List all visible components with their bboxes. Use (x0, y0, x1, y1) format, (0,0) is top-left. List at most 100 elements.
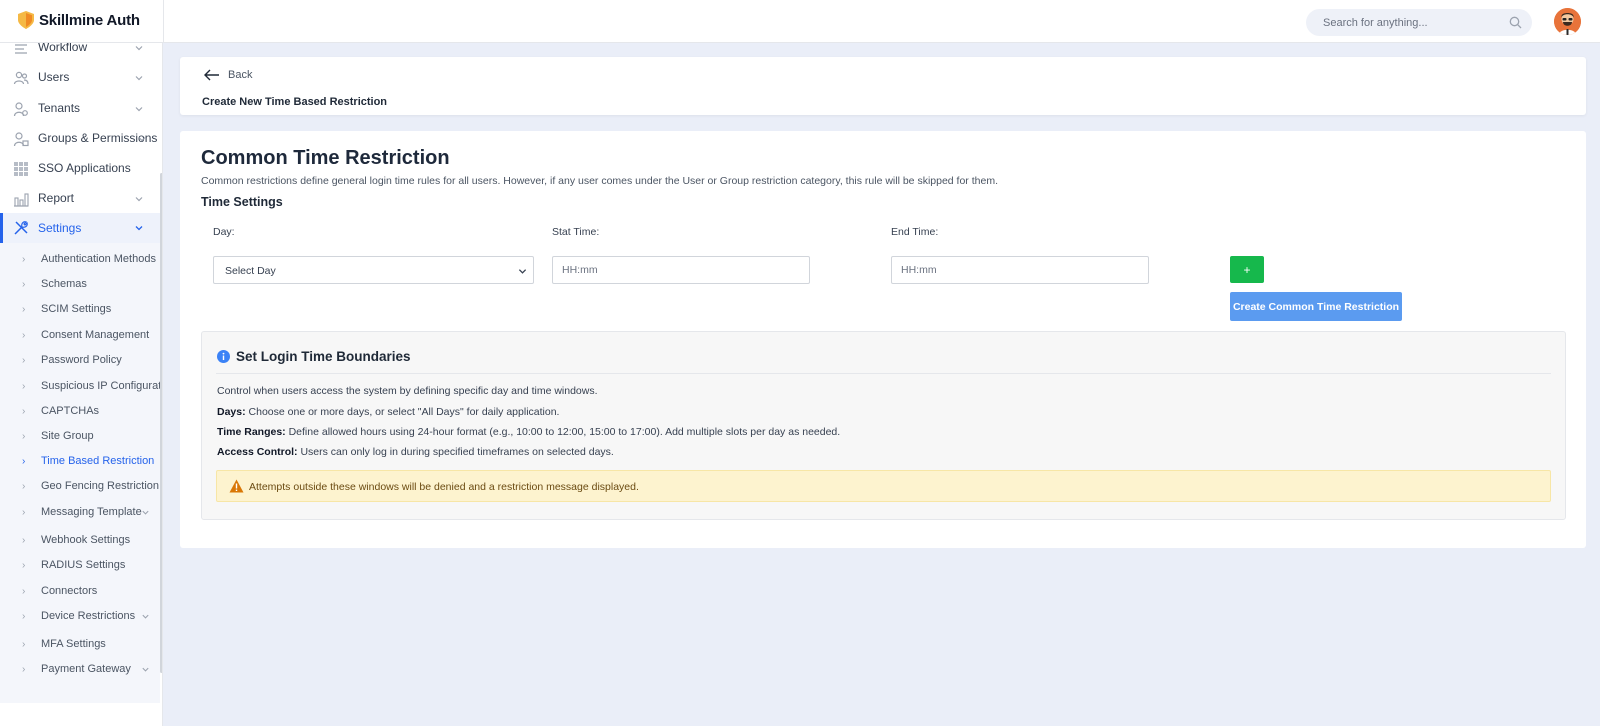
end-time-input[interactable] (891, 256, 1149, 284)
submenu-item-captchas[interactable]: › CAPTCHAs (0, 400, 160, 422)
chevron-right-icon: › (22, 480, 26, 492)
chevron-right-icon: › (22, 278, 26, 290)
back-label: Back (228, 69, 253, 81)
chevron-right-icon: › (22, 663, 26, 675)
start-time-label: Stat Time: (552, 226, 600, 238)
chevron-right-icon: › (22, 559, 26, 571)
submenu-item-site-group[interactable]: › Site Group (0, 425, 160, 447)
brand[interactable]: Skillmine Auth (18, 11, 140, 29)
submenu-item-label: Site Group (41, 430, 94, 442)
submenu-item-label: CAPTCHAs (41, 405, 100, 417)
chevron-down-icon (142, 510, 149, 515)
access-control-term: Access Control: (217, 446, 298, 458)
sidebar-item-settings[interactable]: Settings (0, 213, 160, 243)
days-text: Choose one or more days, or select "All … (245, 406, 560, 418)
start-time-input[interactable] (552, 256, 810, 284)
warning-icon (229, 479, 244, 493)
end-time-label: End Time: (891, 226, 939, 238)
submenu-item-device-restrictions[interactable]: › Device Restrictions (0, 605, 160, 627)
info-icon (217, 350, 230, 363)
back-button[interactable]: Back (204, 69, 252, 81)
sidebar-item-tenants[interactable]: Tenants (0, 93, 160, 123)
submenu-item-label: Suspicious IP Configuration (41, 380, 163, 392)
section-title: Common Time Restriction (201, 147, 450, 169)
tools-icon (14, 221, 28, 235)
day-select[interactable]: Select Day (213, 256, 534, 284)
sidebar-item-sso-applications[interactable]: SSO Applications (0, 153, 160, 183)
time-ranges-term: Time Ranges: (217, 426, 286, 438)
global-search (1306, 9, 1532, 36)
page-header: Back Create New Time Based Restriction (180, 57, 1586, 115)
submenu-item-geo-fencing[interactable]: › Geo Fencing Restriction (0, 475, 160, 497)
submenu-item-label: Time Based Restriction (41, 455, 155, 467)
arrow-left-icon (204, 69, 219, 81)
submenu-item-label: Connectors (41, 585, 98, 597)
page-title: Create New Time Based Restriction (202, 96, 388, 108)
sidebar-item-label: Workflow (38, 43, 88, 54)
time-settings-title: Time Settings (201, 195, 283, 209)
chevron-right-icon: › (22, 455, 26, 467)
submenu-item-payment-gateway[interactable]: › Payment Gateway (0, 658, 160, 680)
restriction-form-card: Common Time Restriction Common restricti… (180, 131, 1586, 548)
submenu-item-label: Authentication Methods (41, 253, 156, 265)
chevron-right-icon: › (22, 253, 26, 265)
submenu-item-time-based-restriction[interactable]: › Time Based Restriction (0, 450, 160, 472)
warning-alert: Attempts outside these windows will be d… (216, 470, 1551, 502)
chevron-down-icon (135, 46, 143, 51)
submenu-item-password-policy[interactable]: › Password Policy (0, 349, 160, 371)
submenu-item-scim-settings[interactable]: › SCIM Settings (0, 298, 160, 320)
bar-chart-icon (14, 193, 29, 207)
sidebar-item-label: Users (38, 70, 70, 84)
search-icon[interactable] (1509, 16, 1522, 29)
submenu-item-messaging-template[interactable]: › Messaging Template (0, 501, 160, 523)
chevron-right-icon: › (22, 303, 26, 315)
divider (216, 373, 1551, 374)
chevron-right-icon: › (22, 430, 26, 442)
top-bar: Skillmine Auth (0, 0, 1600, 43)
submenu-item-mfa-settings[interactable]: › MFA Settings (0, 633, 160, 655)
sidebar-item-report[interactable]: Report (0, 183, 160, 213)
submenu-item-suspicious-ip[interactable]: › Suspicious IP Configuration (0, 375, 163, 397)
sidebar-item-users[interactable]: Users (0, 62, 160, 92)
submenu-item-authentication-methods[interactable]: › Authentication Methods (0, 248, 160, 270)
chevron-right-icon: › (22, 354, 26, 366)
settings-submenu: › Authentication Methods › Schemas › SCIM S… (0, 243, 163, 703)
chevron-right-icon: › (22, 534, 26, 546)
grid-icon (14, 162, 28, 176)
search-input[interactable] (1306, 9, 1496, 36)
submenu-item-schemas[interactable]: › Schemas (0, 273, 160, 295)
sidebar-scrollbar[interactable] (160, 173, 162, 673)
submenu-item-label: Messaging Template (41, 506, 142, 518)
submenu-item-radius-settings[interactable]: › RADIUS Settings (0, 554, 160, 576)
time-ranges-text: Define allowed hours using 24-hour forma… (285, 426, 841, 438)
day-label: Day: (213, 226, 235, 238)
chevron-down-icon (138, 137, 146, 142)
info-header: Set Login Time Boundaries (217, 349, 411, 364)
submenu-item-consent-management[interactable]: › Consent Management (0, 324, 160, 346)
active-indicator (0, 213, 3, 243)
avatar[interactable] (1554, 8, 1581, 35)
submenu-item-connectors[interactable]: › Connectors (0, 580, 160, 602)
create-restriction-button[interactable]: Create Common Time Restriction (1230, 292, 1402, 321)
submenu-item-label: Payment Gateway (41, 663, 131, 675)
chevron-right-icon: › (22, 405, 26, 417)
tenants-icon (13, 102, 28, 117)
chevron-right-icon: › (22, 506, 26, 518)
sidebar-item-groups-permissions[interactable]: Groups & Permissions (0, 123, 160, 153)
submenu-item-label: Geo Fencing Restriction (41, 480, 159, 492)
chevron-right-icon: › (22, 329, 26, 341)
sidebar-item-label: Report (38, 191, 75, 205)
chevron-right-icon: › (22, 380, 26, 392)
days-term: Days: (217, 406, 246, 418)
submenu-item-label: Device Restrictions (41, 610, 136, 622)
sidebar-item-label: SSO Applications (38, 161, 131, 175)
chevron-right-icon: › (22, 610, 26, 622)
chevron-down-icon (135, 226, 143, 231)
chevron-down-icon (142, 614, 149, 619)
add-time-slot-button[interactable]: + (1230, 256, 1264, 283)
brand-name: Skillmine Auth (39, 11, 140, 29)
info-title: Set Login Time Boundaries (236, 349, 411, 364)
submenu-item-webhook-settings[interactable]: › Webhook Settings (0, 529, 160, 551)
sidebar-item-workflow[interactable]: Workflow (0, 43, 160, 62)
groups-icon (13, 132, 29, 147)
